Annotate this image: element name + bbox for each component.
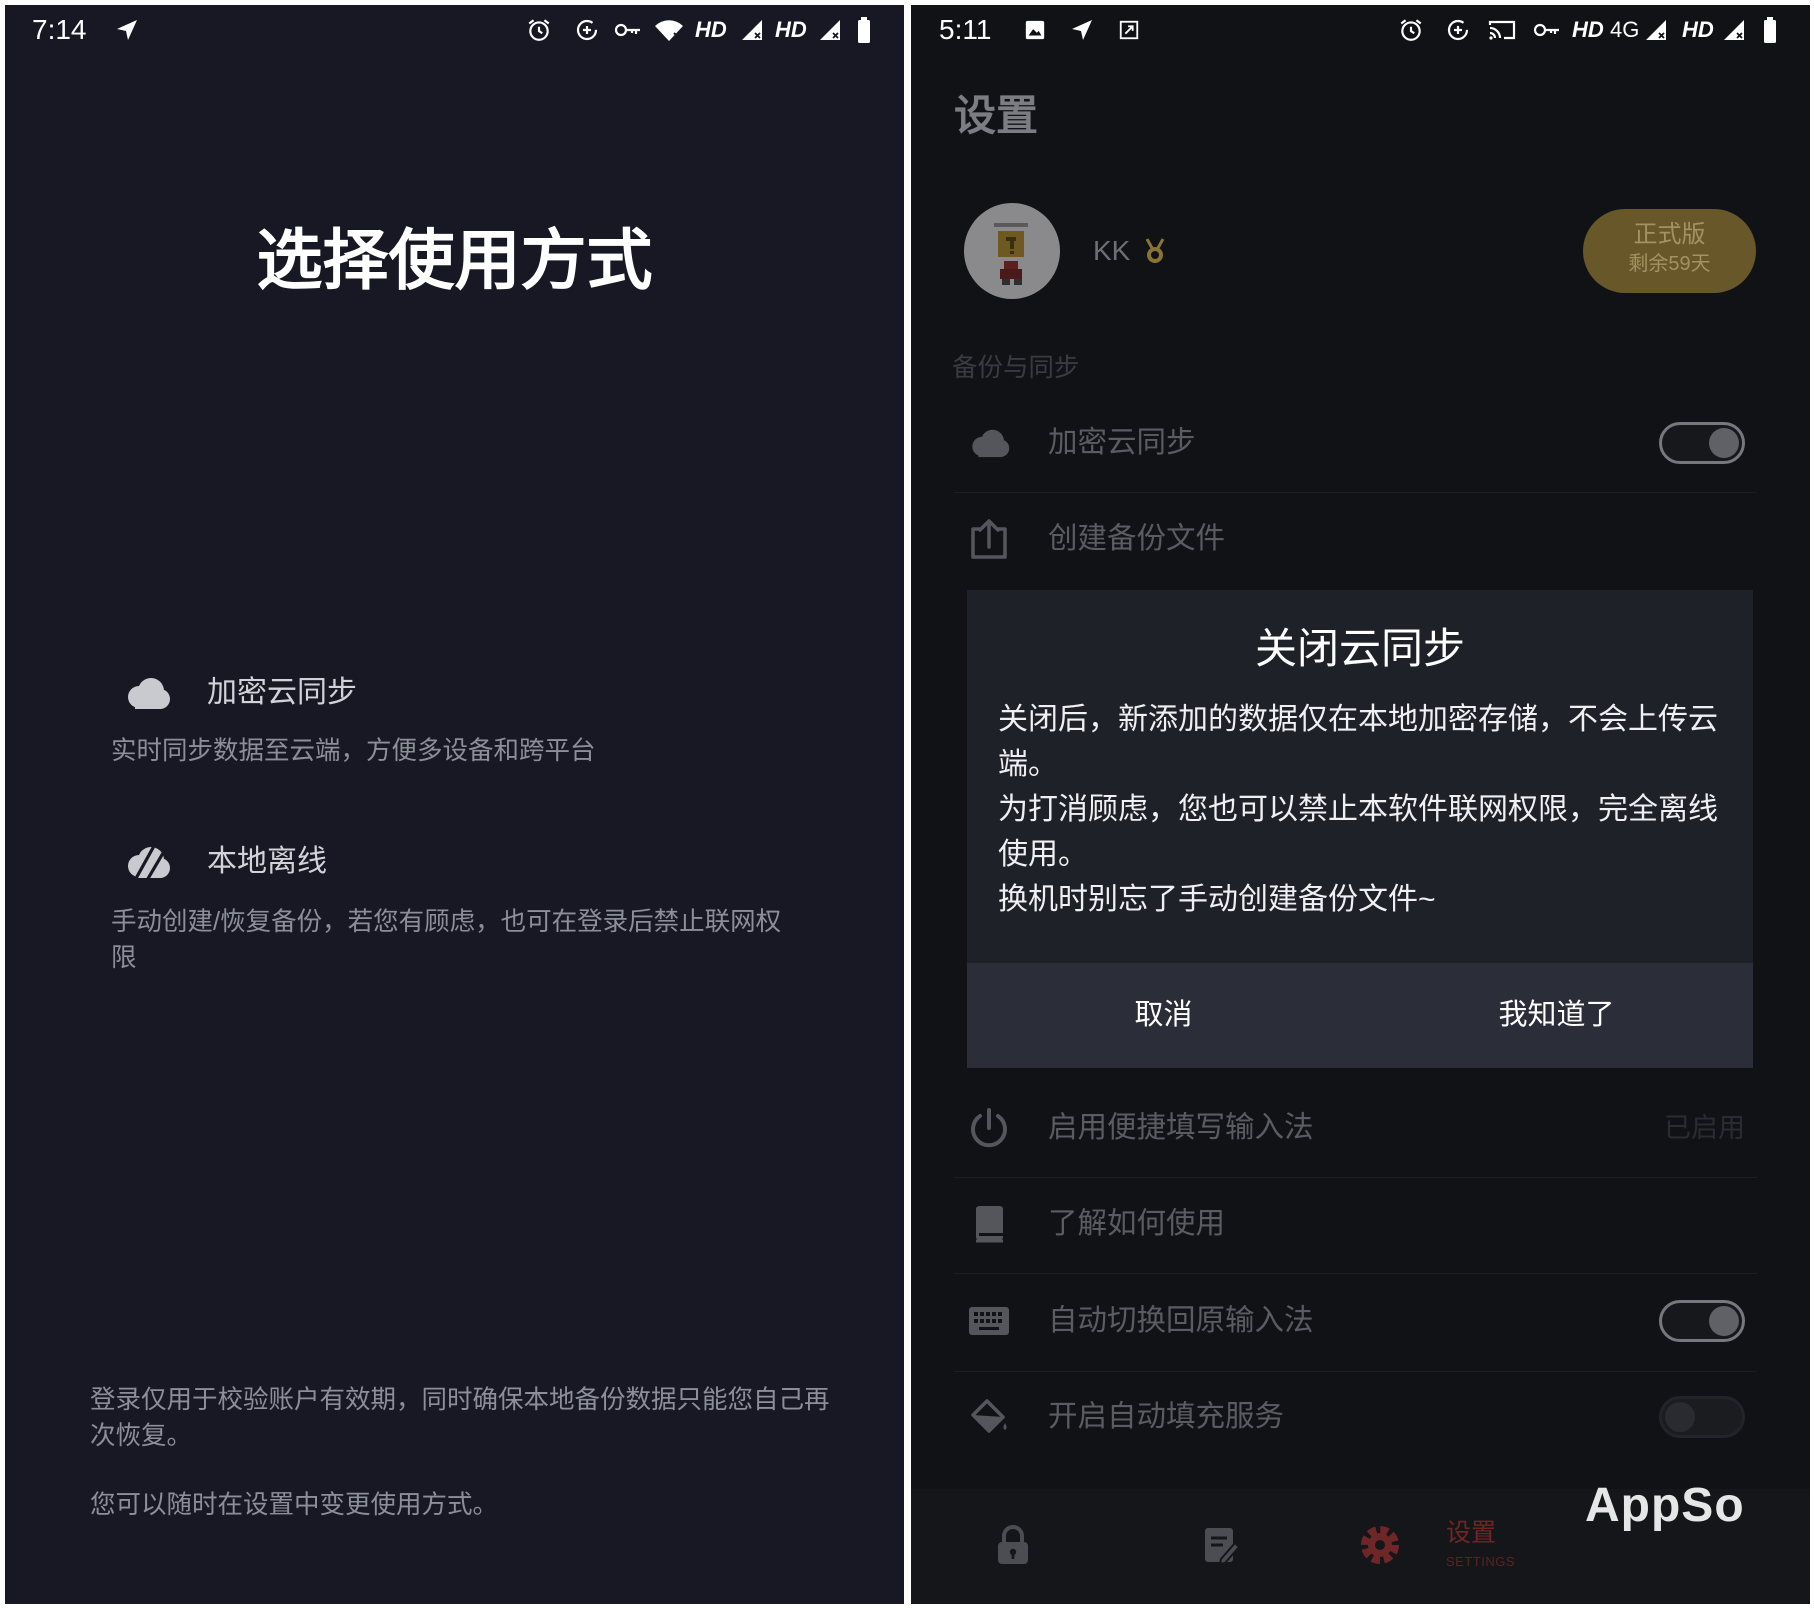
setting-enable-input-method[interactable]: 启用便捷填写输入法 已启用 xyxy=(951,1083,1761,1173)
cancel-button[interactable]: 取消 xyxy=(967,963,1360,1068)
alarm-icon xyxy=(1398,17,1424,43)
option-local-offline[interactable]: 本地离线 手动创建/恢复备份，若您有顾虑，也可在登录后禁止联网权限 xyxy=(105,833,835,983)
dialog-paragraph: 关闭后，新添加的数据仅在本地加密存储，不会上传云端。 xyxy=(998,703,1718,781)
left-screen: 7:14 HD HD 选择使用方式 加密云同步 实时同步数据至云端，方便多设备和… xyxy=(5,5,904,1604)
membership-badge[interactable]: 正式版 剩余59天 xyxy=(1583,209,1756,293)
hd-indicator: HD xyxy=(1572,17,1604,42)
dialog-actions: 取消 我知道了 xyxy=(967,963,1753,1068)
appso-watermark: AppSo xyxy=(1585,1479,1745,1532)
data-saver-icon xyxy=(574,17,600,43)
badge-days-left: 剩余59天 xyxy=(1628,253,1711,275)
gear-icon xyxy=(1358,1523,1402,1572)
hd-indicator: HD xyxy=(1682,17,1714,42)
divider xyxy=(954,1177,1757,1178)
dialog-paragraph: 为打消顾虑，您也可以禁止本软件联网权限，完全离线使用。 xyxy=(998,793,1718,871)
section-header-backup: 备份与同步 xyxy=(952,354,1080,382)
setting-status: 已启用 xyxy=(1664,1113,1745,1143)
auto-switch-toggle[interactable] xyxy=(1659,1300,1745,1342)
status-time: 7:14 xyxy=(32,14,87,45)
setting-how-to-use[interactable]: 了解如何使用 xyxy=(951,1179,1761,1269)
toggle-knob xyxy=(1709,1306,1739,1336)
confirm-button[interactable]: 我知道了 xyxy=(1360,963,1753,1068)
toggle-knob xyxy=(1665,1402,1695,1432)
dialog-message: 关闭后，新添加的数据仅在本地加密存储，不会上传云端。 为打消顾虑，您也可以禁止本… xyxy=(998,697,1726,922)
settings-hint: 您可以随时在设置中变更使用方式。 xyxy=(90,1491,499,1519)
badge-title: 正式版 xyxy=(1633,221,1706,248)
option-description: 手动创建/恢复备份，若您有顾虑，也可在登录后禁止联网权限 xyxy=(111,908,782,972)
cloud-icon xyxy=(967,427,1011,459)
hd-indicator: HD xyxy=(775,17,807,42)
setting-cloud-sync[interactable]: 加密云同步 xyxy=(951,398,1761,488)
avatar[interactable] xyxy=(964,203,1060,299)
network-type: 4G xyxy=(1610,17,1640,42)
page-title: 选择使用方式 xyxy=(256,223,653,297)
wifi-icon xyxy=(654,17,684,43)
status-bar: 5:11 HD 4G HD xyxy=(911,5,1810,55)
toggle-knob xyxy=(1709,428,1739,458)
page-title: 设置 xyxy=(954,92,1039,139)
edit-icon xyxy=(1201,1523,1241,1572)
signal-icon xyxy=(818,17,842,43)
lock-icon xyxy=(993,1523,1033,1572)
setting-label: 创建备份文件 xyxy=(1048,522,1226,555)
image-icon xyxy=(1023,17,1047,43)
power-icon xyxy=(967,1106,1011,1150)
cloud-icon xyxy=(122,675,172,711)
nav-item-settings[interactable]: 设置 SETTINGS xyxy=(1331,1489,1551,1604)
cast-icon xyxy=(1488,17,1516,43)
medal-icon xyxy=(1144,237,1166,270)
nav-item-vault[interactable] xyxy=(973,1489,1053,1604)
signal-icon xyxy=(740,17,764,43)
right-screen: 5:11 HD 4G HD 设置 KK 正式版 剩余59天 备份与同步 加密云同… xyxy=(911,5,1810,1604)
login-note: 登录仅用于校验账户有效期，同时确保本地备份数据只能您自己再次恢复。 xyxy=(90,1386,830,1450)
paint-bucket-icon xyxy=(967,1395,1011,1439)
send-icon xyxy=(114,17,140,43)
hd-indicator: HD xyxy=(695,17,727,42)
user-name: KK xyxy=(1093,235,1131,266)
setting-label: 了解如何使用 xyxy=(1048,1207,1226,1240)
book-icon xyxy=(967,1202,1011,1246)
setting-autofill-service[interactable]: 开启自动填充服务 xyxy=(951,1372,1761,1462)
setting-auto-switch-input[interactable]: 自动切换回原输入法 xyxy=(951,1276,1761,1366)
cloud-off-icon xyxy=(122,844,172,883)
divider xyxy=(954,492,1757,493)
disable-cloud-sync-dialog: 关闭云同步 关闭后，新添加的数据仅在本地加密存储，不会上传云端。 为打消顾虑，您… xyxy=(967,590,1753,1068)
battery-icon xyxy=(1763,17,1777,43)
setting-label: 自动切换回原输入法 xyxy=(1048,1304,1314,1337)
cloud-sync-toggle[interactable] xyxy=(1659,422,1745,464)
vpn-key-icon xyxy=(614,17,642,43)
signal-icon xyxy=(1644,17,1668,43)
divider xyxy=(954,1273,1757,1274)
dialog-paragraph: 换机时别忘了手动创建备份文件~ xyxy=(998,883,1436,916)
option-label: 加密云同步 xyxy=(207,676,357,709)
option-cloud-sync[interactable]: 加密云同步 实时同步数据至云端，方便多设备和跨平台 xyxy=(105,665,835,775)
setting-label: 加密云同步 xyxy=(1048,426,1196,459)
setting-label: 启用便捷填写输入法 xyxy=(1048,1111,1314,1144)
autofill-toggle[interactable] xyxy=(1659,1396,1745,1438)
screenshot-icon xyxy=(1117,17,1141,43)
setting-create-backup[interactable]: 创建备份文件 xyxy=(951,494,1761,584)
status-bar: 7:14 HD HD xyxy=(5,5,904,55)
option-label: 本地离线 xyxy=(207,845,327,878)
signal-icon xyxy=(1722,17,1746,43)
keyboard-icon xyxy=(967,1299,1011,1343)
data-saver-icon xyxy=(1445,17,1471,43)
nav-settings-label: 设置 xyxy=(1446,1519,1497,1547)
battery-icon xyxy=(857,17,871,43)
nav-item-notes[interactable] xyxy=(1181,1489,1261,1604)
dialog-title: 关闭云同步 xyxy=(1254,625,1465,672)
nav-settings-sublabel: SETTINGS xyxy=(1446,1554,1516,1569)
send-icon xyxy=(1069,17,1095,43)
option-description: 实时同步数据至云端，方便多设备和跨平台 xyxy=(111,737,596,765)
upload-icon xyxy=(967,517,1011,561)
setting-label: 开启自动填充服务 xyxy=(1048,1400,1285,1433)
status-time: 5:11 xyxy=(939,14,992,45)
vpn-key-icon xyxy=(1533,17,1561,43)
alarm-icon xyxy=(526,17,552,43)
